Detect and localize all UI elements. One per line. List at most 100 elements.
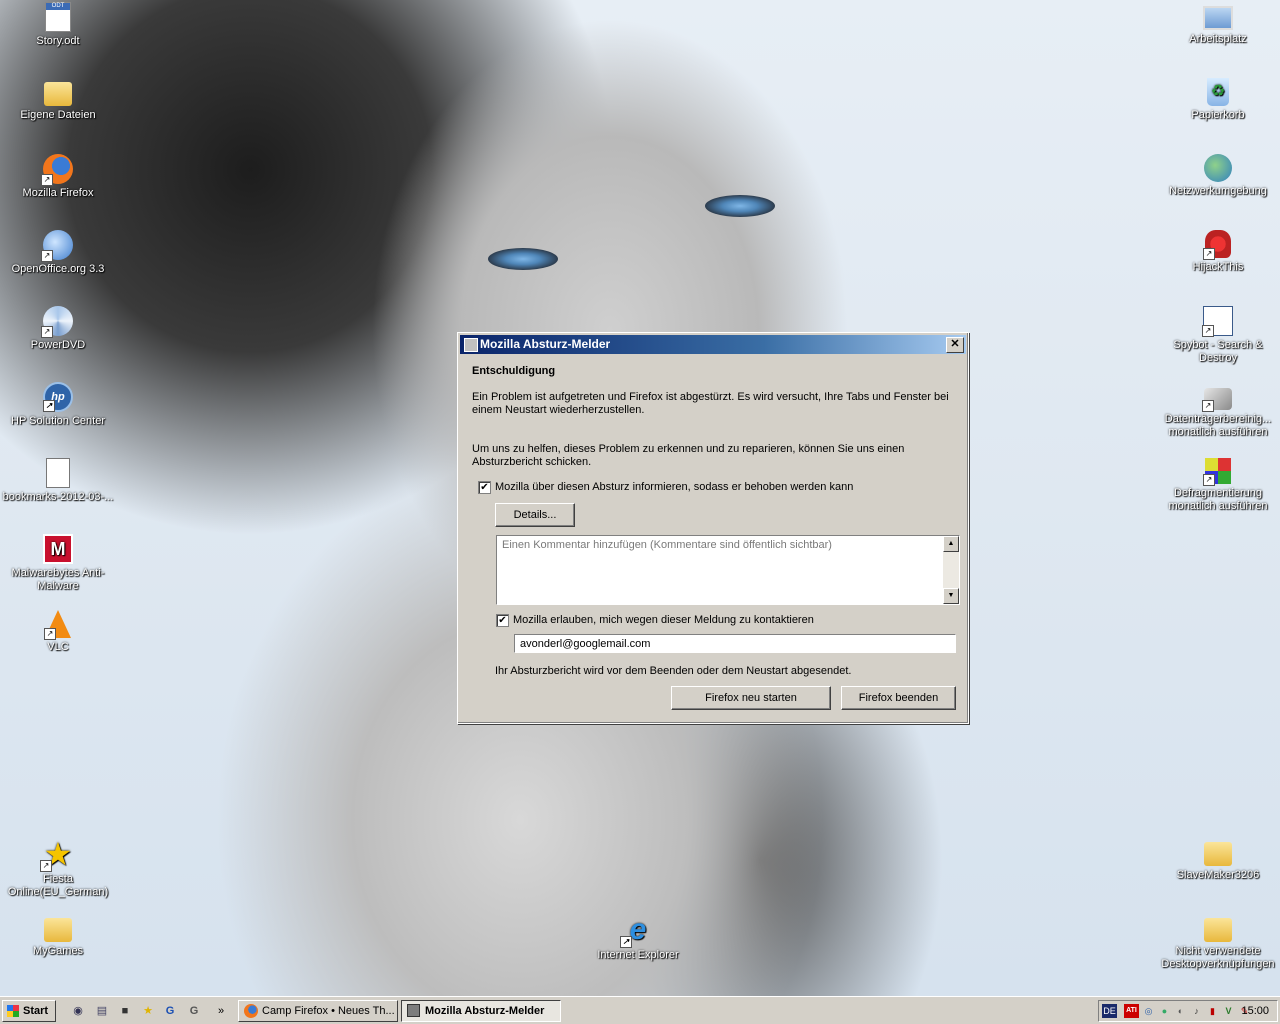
taskbar-button-label: Camp Firefox • Neues Th... <box>262 1005 395 1017</box>
shortcut-arrow-icon: ↗ <box>1202 400 1214 412</box>
shortcut-arrow-icon: ↗ <box>620 936 632 948</box>
start-button[interactable]: Start <box>2 1000 56 1022</box>
desktop-icon-hp-solution-center[interactable]: hp ↗ HP Solution Center <box>0 382 116 428</box>
antivirus-tray-icon[interactable]: ▮ <box>1205 1004 1220 1018</box>
desktop-icon-label: Story.odt <box>36 35 80 47</box>
desktop-icon-vlc[interactable]: ↗ VLC <box>0 610 116 654</box>
shield-tray-icon[interactable]: ◐ <box>1173 1004 1188 1018</box>
desktop-icon-label: bookmarks-2012-03-... <box>2 491 114 503</box>
desktop-icon-netzwerkumgebung[interactable]: Netzwerkumgebung <box>1160 154 1276 198</box>
contact-checkbox-label[interactable]: Mozilla erlauben, mich wegen dieser Meld… <box>513 614 953 627</box>
notepad-icon[interactable]: ▤ <box>94 1003 110 1019</box>
game-g2-icon[interactable]: G <box>186 1003 202 1019</box>
fiesta-star-icon: ★ ↗ <box>40 838 74 872</box>
desktop-icon-label: SlaveMaker3206 <box>1176 869 1260 881</box>
desktop-icon-label: OpenOffice.org 3.3 <box>11 263 105 275</box>
folder-icon <box>44 918 72 942</box>
vlc-icon: ↗ <box>44 610 71 640</box>
desktop-icon-unused-shortcuts[interactable]: Nicht verwendete Desktopverknüpfungen <box>1160 914 1276 971</box>
vc-tray-icon[interactable]: V <box>1221 1004 1236 1018</box>
dialog-titlebar[interactable]: Mozilla Absturz-Melder ✕ <box>460 335 966 354</box>
desktop-icon-fiesta-online[interactable]: ★ ↗ Fiesta Online(EU_German) <box>0 838 116 899</box>
shortcut-arrow-icon: ↗ <box>41 174 53 186</box>
desktop-icon-openoffice[interactable]: ↗ OpenOffice.org 3.3 <box>0 230 116 276</box>
taskbar-button-label: Mozilla Absturz-Melder <box>425 1005 545 1017</box>
desktop-icon-label: PowerDVD <box>30 339 86 351</box>
desktop-icon-label: MyGames <box>32 945 84 957</box>
desktop-icon-disk-cleanup[interactable]: ↗ Datenträgerbereinig... monatlich ausfü… <box>1160 382 1276 439</box>
hijackthis-icon: ↗ <box>1203 230 1231 260</box>
desktop-icon-malwarebytes[interactable]: M Malwarebytes Anti-Malware <box>0 534 116 593</box>
clock[interactable]: 15:00 <box>1241 1004 1269 1018</box>
shortcut-arrow-icon: ↗ <box>43 400 55 412</box>
shortcut-arrow-icon: ↗ <box>1203 474 1215 486</box>
comment-textarea[interactable]: Einen Kommentar hinzufügen (Kommentare s… <box>496 535 960 605</box>
desktop-icon-bookmarks[interactable]: bookmarks-2012-03-... <box>0 458 116 504</box>
quit-firefox-button[interactable]: Firefox beenden <box>841 686 956 710</box>
desktop-icon-label: Arbeitsplatz <box>1189 33 1247 45</box>
desktop-icon-label: Spybot - Search & Destroy <box>1173 339 1263 364</box>
recycle-bin-icon: ♻ <box>1207 78 1229 106</box>
media-player-icon[interactable]: ◉ <box>70 1003 86 1019</box>
quicklaunch-more-icon[interactable]: » <box>213 1003 229 1019</box>
desktop-icon-label: Datenträgerbereinig... monatlich ausführ… <box>1164 413 1272 438</box>
shortcut-arrow-icon: ↗ <box>1203 248 1215 260</box>
folder-icon <box>1204 842 1232 866</box>
close-button[interactable]: ✕ <box>946 337 964 353</box>
scroll-down-icon[interactable]: ▼ <box>943 588 959 604</box>
computer-icon <box>1203 6 1233 30</box>
desktop-icon-label: Eigene Dateien <box>20 109 96 121</box>
desktop-icon-label: Papierkorb <box>1191 109 1245 121</box>
email-field[interactable]: avonderl@googlemail.com <box>514 634 956 653</box>
malwarebytes-icon: M <box>43 534 73 564</box>
spybot-icon: ↗ <box>1202 306 1233 337</box>
security-tool-icon[interactable]: ■ <box>117 1003 133 1019</box>
desktop-icon-label: Nicht verwendete Desktopverknüpfungen <box>1161 945 1275 970</box>
shortcut-arrow-icon: ↗ <box>41 250 53 262</box>
shortcut-arrow-icon: ↗ <box>44 628 56 640</box>
desktop-icon-eigene-dateien[interactable]: Eigene Dateien <box>0 78 116 122</box>
security-tray-icon[interactable]: ● <box>1157 1004 1172 1018</box>
taskbar-button-camp-firefox[interactable]: Camp Firefox • Neues Th... <box>238 1000 398 1022</box>
ati-icon[interactable]: ATI <box>1124 1004 1139 1018</box>
desktop-icon-firefox[interactable]: ↗ Mozilla Firefox <box>0 154 116 200</box>
contact-checkbox[interactable]: ✔ <box>496 614 509 627</box>
game-g-icon[interactable]: G <box>162 1003 178 1019</box>
desktop-icon-mygames[interactable]: MyGames <box>0 914 116 958</box>
hp-icon: hp ↗ <box>43 382 73 412</box>
desktop-icon-powerdvd[interactable]: ↗ PowerDVD <box>0 306 116 352</box>
dialog-title: Mozilla Absturz-Melder <box>480 337 611 351</box>
help-message: Um uns zu helfen, dieses Problem zu erke… <box>472 443 905 468</box>
openoffice-icon: ↗ <box>41 230 73 262</box>
desktop-icon-hijackthis[interactable]: ↗ HijackThis <box>1160 230 1276 274</box>
taskbar: Start ◉ ▤ ■ ★ G G » Camp Firefox • Neues… <box>0 996 1280 1024</box>
app-icon <box>407 1004 420 1017</box>
desktop-icon-defrag[interactable]: ↗ Defragmentierung monatlich ausführen <box>1160 458 1276 513</box>
comment-scrollbar[interactable]: ▲ ▼ <box>943 536 959 604</box>
odt-document-icon: ODT <box>45 2 71 32</box>
desktop-icon-slavemaker[interactable]: SlaveMaker3206 <box>1160 838 1276 882</box>
desktop-icon-papierkorb[interactable]: ♻ Papierkorb <box>1160 78 1276 122</box>
desktop-icon-label: Mozilla Firefox <box>22 187 94 199</box>
desktop-icon-internet-explorer[interactable]: e ↗ Internet Explorer <box>580 914 696 962</box>
fiesta-star-icon[interactable]: ★ <box>140 1003 156 1019</box>
scroll-up-icon[interactable]: ▲ <box>943 536 959 552</box>
start-label: Start <box>23 1005 49 1017</box>
taskbar-button-crash-reporter[interactable]: Mozilla Absturz-Melder <box>401 1000 561 1022</box>
language-indicator[interactable]: DE <box>1102 1004 1117 1018</box>
firefox-icon: ↗ <box>41 154 73 186</box>
report-checkbox[interactable]: ✔ <box>478 481 491 494</box>
desktop-icon-spybot[interactable]: ↗ Spybot - Search & Destroy <box>1160 306 1276 365</box>
network-tray-icon[interactable]: ◎ <box>1141 1004 1156 1018</box>
report-checkbox-label[interactable]: Mozilla über diesen Absturz informieren,… <box>495 481 955 494</box>
desktop-icon-story[interactable]: ODT Story.odt <box>0 2 116 48</box>
folder-icon <box>1204 918 1232 942</box>
defrag-icon: ↗ <box>1203 458 1231 486</box>
details-button[interactable]: Details... <box>495 503 575 527</box>
volume-icon[interactable]: ♪ <box>1189 1004 1204 1018</box>
desktop-icon-label: HP Solution Center <box>11 415 105 427</box>
wallpaper-eye-left <box>488 248 558 270</box>
network-icon <box>1204 154 1232 182</box>
restart-firefox-button[interactable]: Firefox neu starten <box>671 686 831 710</box>
desktop-icon-arbeitsplatz[interactable]: Arbeitsplatz <box>1160 2 1276 46</box>
